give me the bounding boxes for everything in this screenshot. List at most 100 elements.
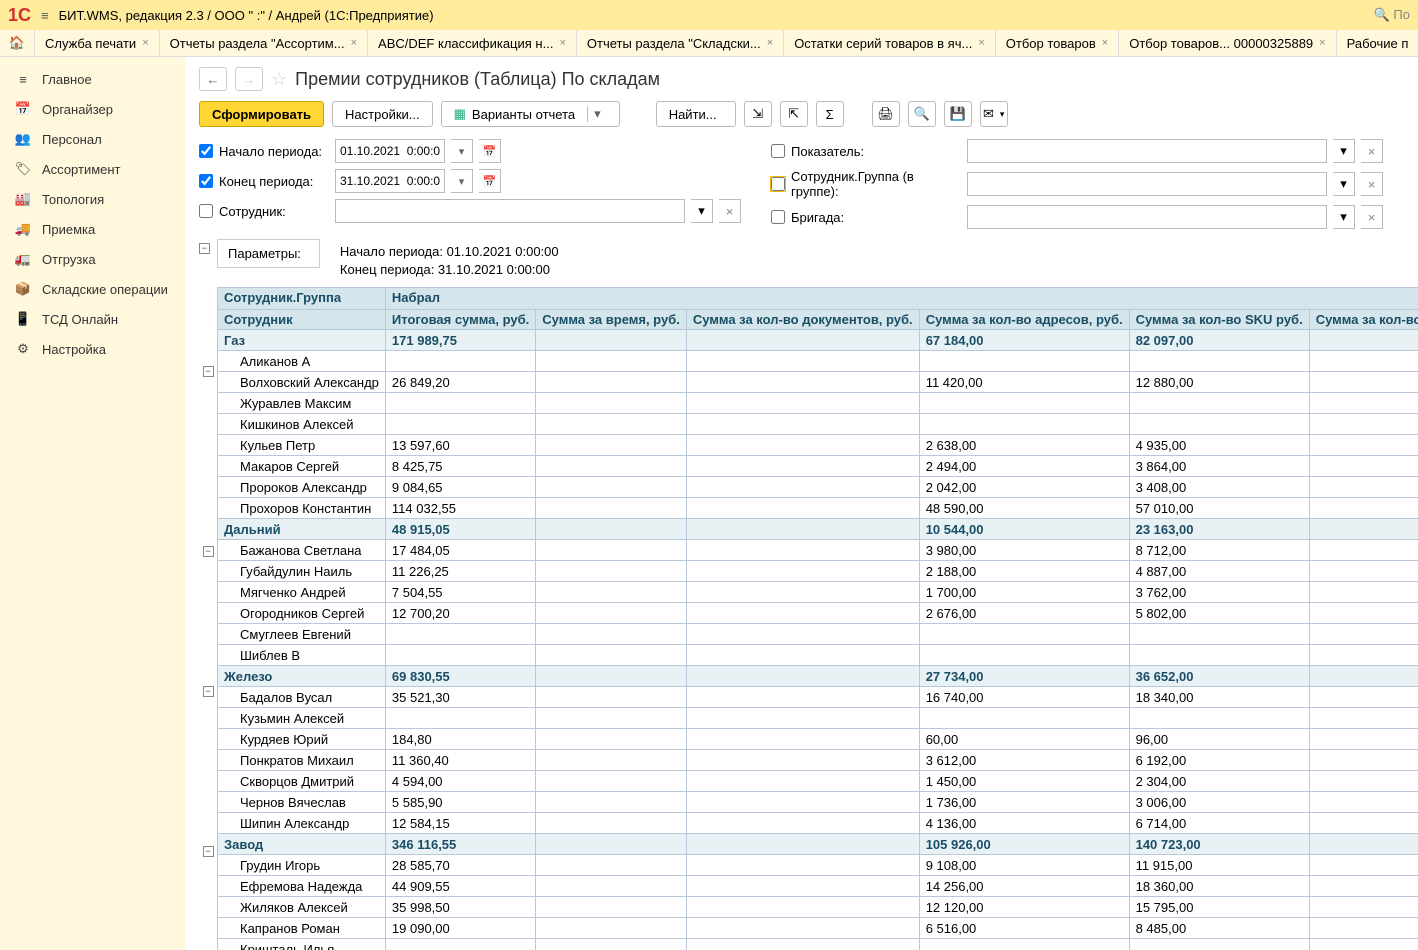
sidebar-item[interactable]: ≡Главное (0, 65, 185, 94)
form-button[interactable]: Сформировать (199, 101, 324, 127)
table-row[interactable]: Жиляков Алексей35 998,5012 120,0015 795,… (218, 897, 1418, 918)
table-row[interactable]: Кишкинов Алексей (218, 414, 1418, 435)
group-row[interactable]: Дальний48 915,0510 544,0023 163,0015 208… (218, 519, 1418, 540)
employee-combo[interactable] (335, 199, 685, 223)
table-row[interactable]: Ефремова Надежда44 909,5514 256,0018 360… (218, 876, 1418, 897)
sidebar-item[interactable]: 📅Органайзер (0, 94, 185, 124)
close-icon[interactable]: × (1319, 37, 1325, 49)
table-row[interactable]: Шиблев В (218, 645, 1418, 666)
close-icon[interactable]: × (767, 37, 773, 49)
nav-back-icon[interactable]: ← (199, 67, 227, 91)
collapse-icon[interactable]: ⇱ (780, 101, 808, 127)
sidebar-item[interactable]: ⚙Настройка (0, 334, 185, 364)
tab[interactable]: Отбор товаров× (996, 30, 1119, 56)
tab[interactable]: Отчеты раздела "Ассортим...× (160, 30, 368, 56)
sidebar-item[interactable]: 📦Складские операции (0, 274, 185, 304)
collapse-toggle[interactable]: − (203, 846, 214, 857)
end-period-input[interactable] (335, 169, 445, 193)
employee-check[interactable] (199, 204, 213, 218)
search-icon[interactable]: 🔍 По (1374, 7, 1410, 23)
tab[interactable]: ABC/DEF классификация н...× (368, 30, 577, 56)
close-icon[interactable]: × (559, 37, 565, 49)
table-row[interactable]: Журавлев Максим (218, 393, 1418, 414)
indicator-check[interactable] (771, 144, 785, 158)
collapse-toggle[interactable]: − (199, 243, 210, 254)
close-icon[interactable]: × (142, 37, 148, 49)
group-check[interactable] (771, 177, 785, 191)
table-row[interactable]: Капранов Роман19 090,006 516,008 485,004… (218, 918, 1418, 939)
tab[interactable]: Служба печати× (35, 30, 160, 56)
sidebar-item[interactable]: 🚛Отгрузка (0, 244, 185, 274)
table-row[interactable]: Курдяев Юрий184,8060,0096,0028,80 (218, 729, 1418, 750)
sidebar-item[interactable]: 📱ТСД Онлайн (0, 304, 185, 334)
sidebar-item[interactable]: 👥Персонал (0, 124, 185, 154)
brigade-combo[interactable] (967, 205, 1327, 229)
sidebar-item[interactable]: 🏷Ассортимент (0, 154, 185, 184)
date-dd-icon[interactable]: ▾ (451, 169, 473, 193)
group-row[interactable]: Железо69 830,5527 734,0036 652,005 444,5… (218, 666, 1418, 687)
clear-icon[interactable]: × (1361, 205, 1383, 229)
chevron-down-icon[interactable]: ▾ (1333, 172, 1355, 196)
close-icon[interactable]: × (351, 37, 357, 49)
tab[interactable]: Отчеты раздела "Складски...× (577, 30, 784, 56)
print-icon[interactable]: 🖨 (872, 101, 900, 127)
table-row[interactable]: Аликанов А (218, 351, 1418, 372)
sum-icon[interactable]: Σ (816, 101, 844, 127)
clear-icon[interactable]: × (1361, 172, 1383, 196)
end-period-check[interactable] (199, 174, 213, 188)
expand-icon[interactable]: ⇲ (744, 101, 772, 127)
table-row[interactable]: Волховский Александр26 849,2011 420,0012… (218, 372, 1418, 393)
table-row[interactable]: Огородников Сергей12 700,202 676,005 802… (218, 603, 1418, 624)
table-row[interactable]: Кришталь Илья (218, 939, 1418, 950)
calendar-icon[interactable]: 📅 (479, 139, 501, 163)
table-row[interactable]: Кузьмин Алексей (218, 708, 1418, 729)
tab[interactable]: Остатки серий товаров в яч...× (784, 30, 996, 56)
nav-fwd-icon[interactable]: → (235, 67, 263, 91)
chevron-down-icon[interactable]: ▾ (691, 199, 713, 223)
brigade-check[interactable] (771, 210, 785, 224)
close-icon[interactable]: × (978, 37, 984, 49)
tab[interactable]: Рабочие п (1337, 30, 1418, 56)
mail-icon[interactable]: ✉▾ (980, 101, 1008, 127)
favorite-icon[interactable]: ☆ (271, 69, 287, 90)
home-tab[interactable]: 🏠 (0, 30, 35, 56)
menu-icon[interactable]: ≡ (41, 8, 49, 23)
save-icon[interactable]: 💾 (944, 101, 972, 127)
start-period-check[interactable] (199, 144, 213, 158)
tab[interactable]: Отбор товаров... 00000325889× (1119, 30, 1336, 56)
group-row[interactable]: Завод346 116,55105 926,00140 723,0099 46… (218, 834, 1418, 855)
indicator-combo[interactable] (967, 139, 1327, 163)
date-dd-icon[interactable]: ▾ (451, 139, 473, 163)
group-row[interactable]: Газ171 989,7567 184,0082 097,0022 708,75 (218, 330, 1418, 351)
sidebar-item[interactable]: 🚚Приемка (0, 214, 185, 244)
collapse-toggle[interactable]: − (203, 366, 214, 377)
sidebar-item[interactable]: 🏭Топология (0, 184, 185, 214)
chevron-down-icon[interactable]: ▾ (1333, 205, 1355, 229)
table-row[interactable]: Смуглеев Евгений (218, 624, 1418, 645)
collapse-toggle[interactable]: − (203, 686, 214, 697)
table-row[interactable]: Губайдулин Наиль11 226,252 188,004 887,0… (218, 561, 1418, 582)
settings-button[interactable]: Настройки... (332, 101, 433, 127)
collapse-toggle[interactable]: − (203, 546, 214, 557)
table-row[interactable]: Бадалов Вусал35 521,3016 740,0018 340,00… (218, 687, 1418, 708)
table-row[interactable]: Кульев Петр13 597,602 638,004 935,006 02… (218, 435, 1418, 456)
table-row[interactable]: Понкратов Михаил11 360,403 612,006 192,0… (218, 750, 1418, 771)
close-icon[interactable]: × (1102, 37, 1108, 49)
preview-icon[interactable]: 🔍 (908, 101, 936, 127)
table-row[interactable]: Мягченко Андрей7 504,551 700,003 762,002… (218, 582, 1418, 603)
table-row[interactable]: Грудин Игорь28 585,709 108,0011 915,007 … (218, 855, 1418, 876)
table-row[interactable]: Бажанова Светлана17 484,053 980,008 712,… (218, 540, 1418, 561)
group-combo[interactable] (967, 172, 1327, 196)
variants-button[interactable]: ▦ Варианты отчета ▾ (441, 101, 620, 127)
table-row[interactable]: Шипин Александр12 584,154 136,006 714,00… (218, 813, 1418, 834)
table-row[interactable]: Пророков Александр9 084,652 042,003 408,… (218, 477, 1418, 498)
start-period-input[interactable] (335, 139, 445, 163)
table-row[interactable]: Чернов Вячеслав5 585,901 736,003 006,008… (218, 792, 1418, 813)
table-row[interactable]: Макаров Сергей8 425,752 494,003 864,002 … (218, 456, 1418, 477)
find-button[interactable]: Найти... (656, 101, 736, 127)
table-row[interactable]: Прохоров Константин114 032,5548 590,0057… (218, 498, 1418, 519)
calendar-icon[interactable]: 📅 (479, 169, 501, 193)
table-row[interactable]: Скворцов Дмитрий4 594,001 450,002 304,00… (218, 771, 1418, 792)
clear-icon[interactable]: × (719, 199, 741, 223)
chevron-down-icon[interactable]: ▾ (1333, 139, 1355, 163)
